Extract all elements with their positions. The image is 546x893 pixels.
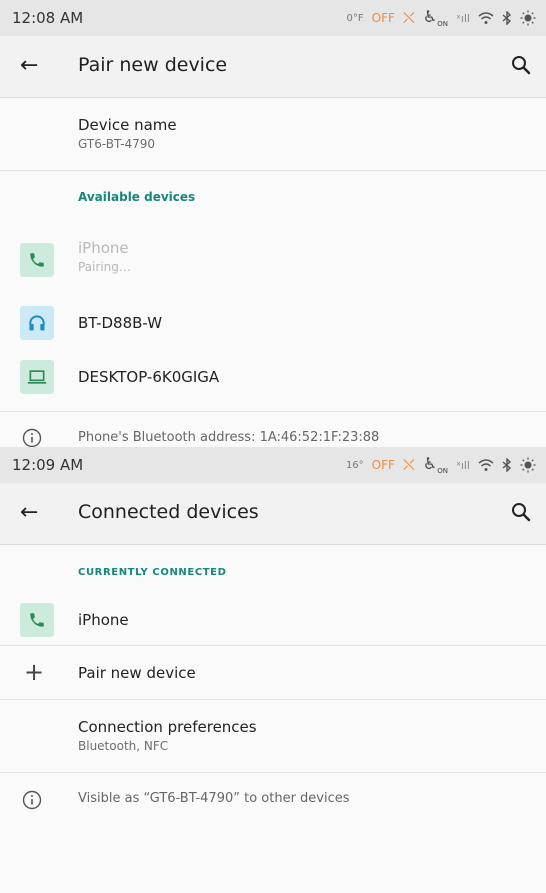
- connection-preferences-label: Connection preferences: [78, 718, 257, 736]
- status-icons: 16° OFF ⛌ ♿ON ˣıll: [345, 454, 536, 476]
- status-icons: 0°F OFF ⛌ ♿ON ˣıll: [346, 7, 536, 29]
- passenger-airbag-on-icon: ♿ON: [422, 454, 448, 476]
- bluetooth-icon: [502, 458, 512, 472]
- airbag-off-icon: ⛌: [402, 455, 415, 474]
- connected-device-row-iphone[interactable]: iPhone: [0, 591, 546, 646]
- available-devices-header: Available devices: [0, 171, 546, 221]
- pair-new-device-screen: 12:08 AM 0°F OFF ⛌ ♿ON ˣıll ← Pair new d…: [0, 0, 546, 447]
- airbag-off-label: OFF: [371, 458, 395, 472]
- device-row-iphone[interactable]: iPhone Pairing…: [0, 221, 546, 296]
- info-icon: [22, 790, 42, 810]
- airbag-off-label: OFF: [371, 11, 395, 25]
- section-header: CURRENTLY CONNECTED: [78, 567, 227, 578]
- bluetooth-address-footer: Phone's Bluetooth address: 1A:46:52:1F:2…: [0, 412, 546, 447]
- cell-signal-icon: ˣıll: [455, 11, 470, 25]
- search-icon[interactable]: [510, 501, 532, 523]
- device-status: Pairing…: [78, 260, 131, 274]
- wifi-icon: [478, 459, 494, 471]
- visible-as-text: Visible as “GT6-BT-4790” to other device…: [78, 791, 350, 806]
- airbag-on-label: ON: [437, 467, 448, 476]
- page-title: Connected devices: [78, 501, 259, 523]
- connection-preferences-value: Bluetooth, NFC: [78, 739, 169, 753]
- bluetooth-address-text: Phone's Bluetooth address: 1A:46:52:1F:2…: [78, 430, 380, 445]
- phone-icon: [20, 603, 54, 637]
- cell-signal-icon: ˣıll: [455, 458, 470, 472]
- laptop-icon: [20, 360, 54, 394]
- wifi-icon: [478, 12, 494, 24]
- status-bar: 12:09 AM 16° OFF ⛌ ♿ON ˣıll: [0, 447, 546, 483]
- back-arrow-icon[interactable]: ←: [20, 53, 38, 79]
- pair-new-device-row[interactable]: + Pair new device: [0, 646, 546, 700]
- temperature-readout: 0°F: [346, 12, 364, 24]
- page-title: Pair new device: [78, 54, 228, 76]
- app-bar: ← Connected devices: [0, 483, 546, 545]
- visible-as-footer: Visible as “GT6-BT-4790” to other device…: [0, 773, 546, 825]
- brightness-icon: [520, 10, 536, 26]
- status-time: 12:09 AM: [12, 456, 84, 474]
- connection-preferences-row[interactable]: Connection preferences Bluetooth, NFC: [0, 700, 546, 773]
- status-bar: 12:08 AM 0°F OFF ⛌ ♿ON ˣıll: [0, 0, 546, 36]
- device-name-label: Device name: [78, 116, 177, 134]
- device-row-bt-d88b-w[interactable]: BT-D88B-W: [0, 296, 546, 350]
- status-time: 12:08 AM: [12, 9, 84, 27]
- device-row-desktop[interactable]: DESKTOP-6K0GIGA: [0, 350, 546, 412]
- airbag-off-icon: ⛌: [402, 8, 415, 27]
- bluetooth-icon: [502, 11, 512, 25]
- device-name: iPhone: [78, 239, 129, 257]
- airbag-on-label: ON: [437, 20, 448, 29]
- connected-devices-screen: 12:09 AM 16° OFF ⛌ ♿ON ˣıll ← Connected …: [0, 447, 546, 893]
- device-name: DESKTOP-6K0GIGA: [78, 368, 220, 386]
- info-icon: [22, 428, 42, 447]
- back-arrow-icon[interactable]: ←: [20, 500, 38, 526]
- temperature-readout: 16°: [345, 459, 364, 471]
- device-name: iPhone: [78, 611, 129, 629]
- headset-icon: [20, 306, 54, 340]
- device-name: BT-D88B-W: [78, 314, 163, 332]
- phone-icon: [20, 243, 54, 277]
- device-name-value: GT6-BT-4790: [78, 137, 156, 151]
- brightness-icon: [520, 457, 536, 473]
- pair-new-device-label: Pair new device: [78, 664, 196, 682]
- device-name-row[interactable]: Device name GT6-BT-4790: [0, 98, 546, 171]
- search-icon[interactable]: [510, 54, 532, 76]
- currently-connected-header: CURRENTLY CONNECTED: [0, 545, 546, 591]
- section-header: Available devices: [78, 190, 196, 204]
- plus-icon: +: [24, 658, 45, 686]
- passenger-airbag-on-icon: ♿ON: [422, 7, 448, 29]
- app-bar: ← Pair new device: [0, 36, 546, 98]
